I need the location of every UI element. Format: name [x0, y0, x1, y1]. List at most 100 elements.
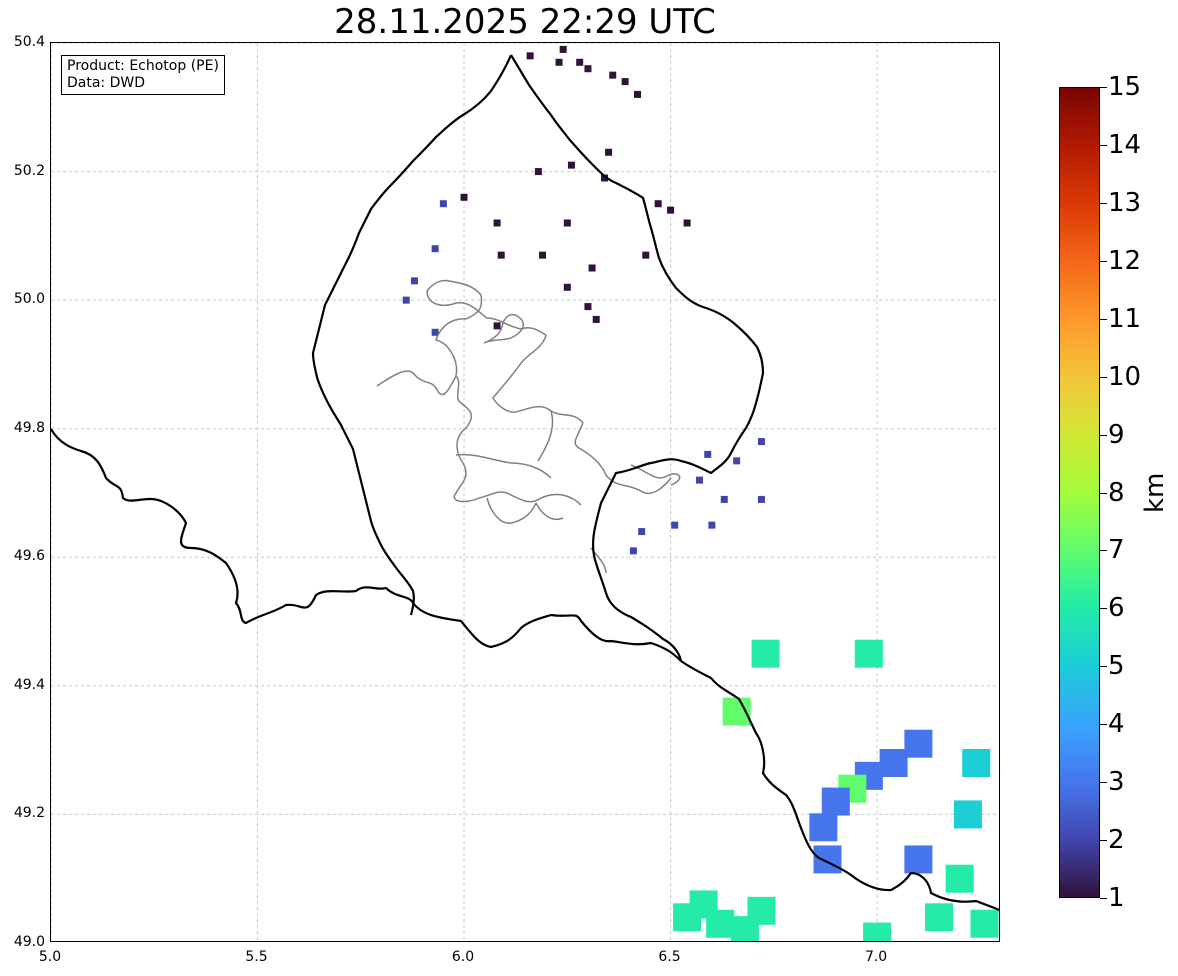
echotop-cell: [695, 476, 703, 484]
echotop-cell: [605, 148, 613, 156]
echotop-cell: [757, 495, 765, 503]
echotop-cell: [460, 193, 468, 201]
echotop-cell: [673, 903, 702, 932]
colorbar-tick: [1100, 898, 1107, 899]
chart-title: 28.11.2025 22:29 UTC: [334, 2, 716, 42]
echotop-cell: [539, 251, 547, 259]
echotop-cell: [567, 161, 575, 169]
echotop-cell: [821, 787, 850, 816]
echotop-cell: [667, 206, 675, 214]
lat-tick-label: 50.4: [13, 34, 45, 50]
lat-tick-label: 49.4: [13, 676, 45, 693]
colorbar-tick-label: 1: [1108, 883, 1125, 913]
echotop-cell: [706, 909, 735, 938]
colorbar-tick-label: 2: [1108, 825, 1125, 856]
echotop-cell: [654, 200, 662, 208]
product-label: Product: Echotop (PE): [67, 58, 219, 74]
echotop-cell: [493, 322, 501, 330]
lon-tick-label: 7.0: [864, 949, 888, 965]
echotop-cell: [584, 303, 592, 311]
colorbar-tick-label: 11: [1108, 303, 1142, 334]
colorbar-tick-label: 4: [1108, 709, 1125, 740]
info-legend-box: Product: Echotop (PE) Data: DWD: [61, 55, 225, 95]
data-source-label: Data: DWD: [67, 75, 145, 91]
echotop-cell: [609, 71, 617, 79]
grid-lines: [51, 43, 999, 941]
echotop-cell: [708, 521, 716, 529]
echotop-cell: [493, 219, 501, 227]
echotop-cell: [747, 896, 776, 925]
colorbar-tick-label: 6: [1108, 593, 1125, 624]
echotop-cell: [970, 909, 999, 938]
colorbar-tick: [1100, 434, 1107, 436]
colorbar-tick-label: 7: [1108, 535, 1125, 566]
colorbar-tick-label: 12: [1108, 245, 1142, 276]
echotop-cell: [704, 450, 712, 458]
echotop-cell: [733, 457, 741, 465]
colorbar-tick: [1100, 492, 1107, 494]
lat-tick-label: 49.2: [13, 805, 45, 822]
colorbar-tick: [1100, 144, 1107, 146]
colorbar-tick: [1100, 724, 1107, 726]
colorbar: [1059, 87, 1100, 898]
echotop-cell: [439, 200, 447, 208]
colorbar-tick: [1100, 608, 1107, 610]
lat-tick-label: 49.6: [13, 548, 45, 565]
colorbar-tick: [1100, 202, 1107, 204]
echotop-cell: [751, 639, 780, 668]
echotop-cell: [904, 729, 933, 758]
echotop-cell: [962, 749, 991, 777]
echotop-cell: [497, 251, 505, 259]
colorbar-tick-label: 5: [1108, 651, 1125, 682]
lat-tick-label: 49.8: [13, 419, 45, 436]
echotop-cell: [813, 845, 842, 874]
echotop-cell: [634, 90, 642, 98]
echotop-cell: [879, 749, 908, 777]
echotop-cell: [402, 296, 410, 304]
colorbar-tick: [1100, 318, 1107, 320]
lat-tick-label: 50.2: [13, 162, 45, 179]
echotop-cell: [621, 78, 629, 86]
lon-tick-label: 5.5: [245, 949, 268, 965]
colorbar-tick: [1100, 666, 1107, 668]
echotop-cell: [638, 528, 646, 536]
colorbar-tick: [1100, 840, 1107, 842]
echotop-cell: [671, 521, 679, 529]
echotop-cell: [854, 639, 883, 668]
echotop-cell: [720, 495, 728, 503]
echotop-cell: [809, 813, 838, 842]
echotop-cell: [576, 58, 584, 66]
echotop-cell: [592, 315, 600, 323]
echotop-cell: [526, 52, 534, 60]
colorbar-tick: [1100, 376, 1107, 378]
echotop-cell: [629, 547, 637, 555]
lon-tick-label: 5.0: [38, 949, 62, 965]
echotop-cell: [431, 245, 439, 253]
lon-tick-label: 6.5: [658, 949, 681, 965]
colorbar-tick-label: 8: [1108, 477, 1125, 508]
echotop-cell: [925, 903, 954, 932]
echotop-cell: [559, 45, 567, 53]
lat-tick-label: 50.0: [13, 291, 45, 308]
colorbar-tick-label: 13: [1108, 187, 1142, 218]
echotop-cell: [642, 251, 650, 259]
echotop-cell: [945, 864, 974, 893]
colorbar-tick: [1100, 782, 1107, 784]
colorbar-tick-label: 15: [1108, 72, 1142, 102]
echotop-cell: [534, 168, 542, 176]
echotop-cell: [588, 264, 596, 272]
echotop-cell: [563, 219, 571, 227]
colorbar-tick-label: 9: [1108, 419, 1125, 450]
echotop-cell: [555, 58, 563, 66]
echotop-cell: [863, 922, 892, 941]
echotop-cell: [410, 277, 418, 285]
lon-tick-label: 6.0: [451, 949, 475, 965]
colorbar-tick: [1100, 87, 1107, 88]
colorbar-tick-label: 3: [1108, 767, 1125, 798]
map-canvas: [51, 43, 999, 941]
echotop-cell: [584, 65, 592, 73]
echotop-cell: [953, 800, 982, 829]
echotop-cell: [757, 438, 765, 446]
echotop-cell: [683, 219, 691, 227]
colorbar-tick: [1100, 550, 1107, 552]
